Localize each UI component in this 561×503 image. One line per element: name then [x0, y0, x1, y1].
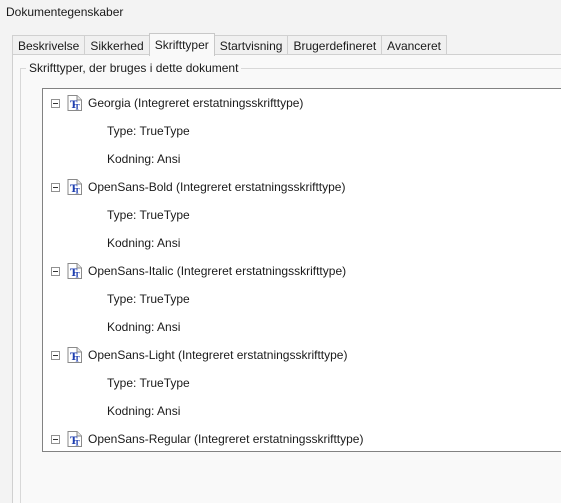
- font-name-label: Georgia (Integreret erstatningsskrifttyp…: [88, 96, 304, 110]
- font-type-label: Type: TrueType: [107, 208, 190, 222]
- fonts-tree[interactable]: T T Georgia (Integreret erstatningsskrif…: [42, 88, 561, 452]
- truetype-font-icon: T T: [67, 431, 82, 447]
- collapse-minus-icon[interactable]: [51, 98, 60, 108]
- svg-text:T: T: [75, 355, 81, 364]
- font-name-label: OpenSans-Light (Integreret erstatningssk…: [88, 348, 348, 362]
- font-type-label: Type: TrueType: [107, 376, 190, 390]
- font-encoding-label: Kodning: Ansi: [107, 320, 181, 334]
- tab-beskrivelse[interactable]: Beskrivelse: [12, 35, 86, 55]
- font-name-label: OpenSans-Bold (Integreret erstatningsskr…: [88, 180, 346, 194]
- collapse-minus-icon[interactable]: [51, 434, 60, 444]
- window-title: Dokumentegenskaber: [6, 5, 124, 19]
- tab-skrifttyper[interactable]: Skrifttyper: [148, 33, 215, 56]
- tab-strip: Beskrivelse Sikkerhed Skrifttyper Startv…: [12, 33, 447, 56]
- truetype-font-icon: T T: [67, 95, 82, 111]
- tab-startvisning[interactable]: Startvisning: [213, 35, 289, 55]
- truetype-font-icon: T T: [67, 263, 82, 279]
- collapse-minus-icon[interactable]: [51, 182, 60, 192]
- tab-brugerdefineret[interactable]: Brugerdefineret: [287, 35, 383, 55]
- font-type-label: Type: TrueType: [107, 124, 190, 138]
- truetype-font-icon: T T: [67, 179, 82, 195]
- tab-avanceret[interactable]: Avanceret: [381, 35, 447, 55]
- tab-sikkerhed[interactable]: Sikkerhed: [84, 35, 150, 55]
- font-name-label: OpenSans-Regular (Integreret erstatnings…: [88, 432, 364, 446]
- font-encoding-label: Kodning: Ansi: [107, 236, 181, 250]
- font-name-label: OpenSans-Italic (Integreret erstatningss…: [88, 264, 347, 278]
- truetype-font-icon: T T: [67, 347, 82, 363]
- fonts-group-label: Skrifttyper, der bruges i dette dokument: [26, 61, 242, 75]
- svg-text:T: T: [75, 271, 81, 280]
- font-encoding-label: Kodning: Ansi: [107, 404, 181, 418]
- svg-text:T: T: [75, 103, 81, 112]
- collapse-minus-icon[interactable]: [51, 266, 60, 276]
- svg-text:T: T: [75, 187, 81, 196]
- collapse-minus-icon[interactable]: [51, 350, 60, 360]
- svg-text:T: T: [75, 439, 81, 448]
- font-encoding-label: Kodning: Ansi: [107, 152, 181, 166]
- font-type-label: Type: TrueType: [107, 292, 190, 306]
